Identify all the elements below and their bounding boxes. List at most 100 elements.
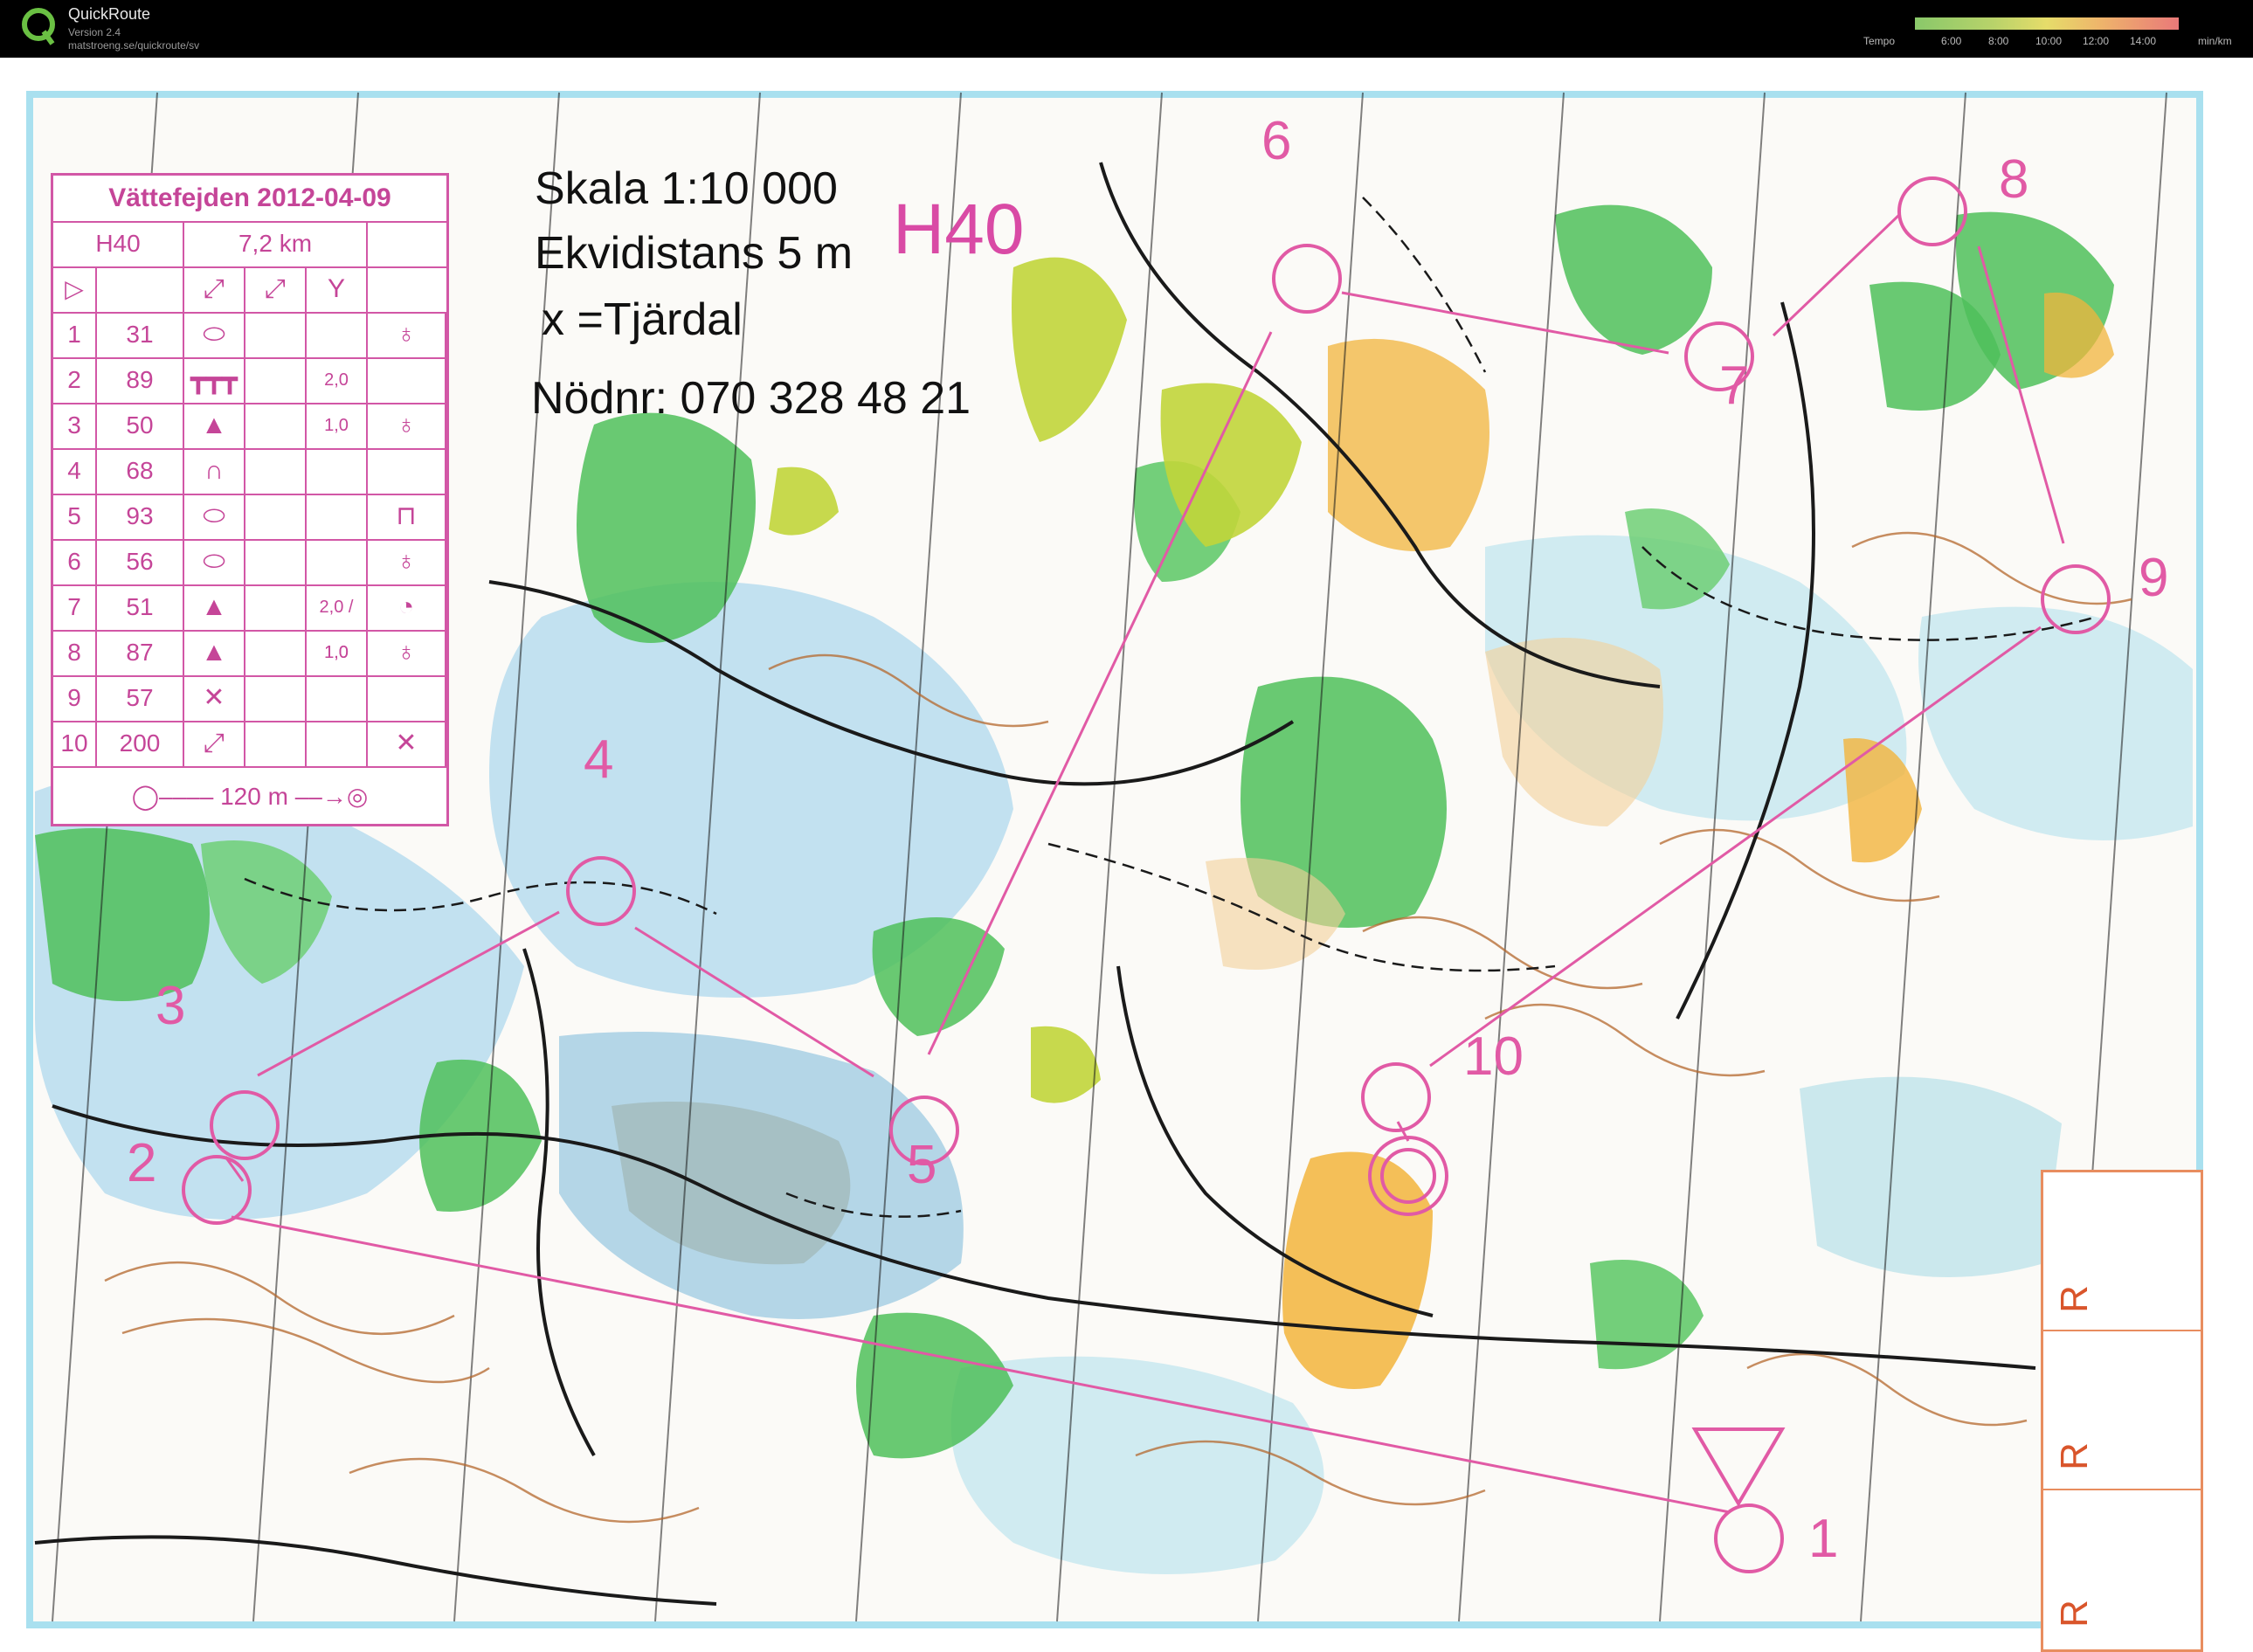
reserved-area-box: R R R xyxy=(2041,1170,2203,1652)
legend-code: 200 xyxy=(97,721,184,766)
legend-n: 4 xyxy=(53,448,97,494)
legend-control-row: 5 93 ⬭ ⊓ xyxy=(53,494,446,541)
legend-control-row: 9 57 ✕ xyxy=(53,675,446,722)
event-title: Vättefejden 2012-04-09 xyxy=(53,176,446,223)
app-version: Version 2.4 xyxy=(68,26,121,38)
legend-blank-cell xyxy=(245,448,307,494)
legend-sym: ∩ xyxy=(184,448,245,494)
legend-n: 8 xyxy=(53,630,97,675)
legend-code: 57 xyxy=(97,675,184,721)
legend-extra: ♁ xyxy=(368,539,446,584)
legend-code: 89 xyxy=(97,357,184,403)
contour-interval: Ekvidistans 5 m xyxy=(535,228,854,279)
legend-code: 93 xyxy=(97,494,184,539)
legend-size xyxy=(307,448,368,494)
legend-sym: ┳┳┳ xyxy=(184,357,245,403)
legend-blank-cell xyxy=(245,403,307,448)
legend-sym: ⬭ xyxy=(184,539,245,584)
legend-extra: ⊓ xyxy=(368,494,446,539)
legend-code: 50 xyxy=(97,403,184,448)
tempo-tick: 10:00 xyxy=(2035,35,2063,47)
orienteering-map[interactable]: Vättefejden 2012-04-09 H40 7,2 km ▷ ⤢ ⤢ … xyxy=(0,58,2253,1652)
reserved-label: R xyxy=(2052,1442,2096,1470)
tempo-tick: 8:00 xyxy=(1988,35,2009,47)
legend-sym: ⬭ xyxy=(184,494,245,539)
legend-n: 6 xyxy=(53,539,97,584)
legend-sym: ⤢ xyxy=(184,721,245,766)
legend-distance: 7,2 km xyxy=(184,221,368,266)
tempo-label: Tempo xyxy=(1863,35,1896,47)
legend-finish-row: ◯‒‒‒‒ 120 m ‒‒→◎ xyxy=(53,770,446,824)
control-number: 7 xyxy=(1719,356,1750,416)
legend-size xyxy=(307,721,368,766)
legend-extra: ◔ xyxy=(368,584,446,630)
symbol-note: x =Tjärdal xyxy=(542,294,743,345)
legend-sym: ▲ xyxy=(184,630,245,675)
path-crossing-icon: ⤢ xyxy=(245,266,307,312)
legend-size xyxy=(307,539,368,584)
legend-control-row: 3 50 ▲ 1,0 ♁ xyxy=(53,403,446,450)
tempo-unit: min/km xyxy=(2198,35,2232,47)
legend-control-row: 6 56 ⬭ ♁ xyxy=(53,539,446,586)
legend-blank-cell xyxy=(245,539,307,584)
path-bend-icon: Y xyxy=(307,266,368,312)
control-number: 10 xyxy=(1463,1026,1524,1087)
legend-extra: ♁ xyxy=(368,630,446,675)
control-description-sheet: Vättefejden 2012-04-09 H40 7,2 km ▷ ⤢ ⤢ … xyxy=(51,173,449,826)
reserved-label: R xyxy=(2052,1600,2096,1628)
map-scale: Skala 1:10 000 xyxy=(535,163,838,214)
legend-n: 1 xyxy=(53,312,97,357)
app-url: matstroeng.se/quickroute/sv xyxy=(68,39,200,52)
legend-extra xyxy=(368,448,446,494)
finish-arrow-icon: ‒‒→◎ xyxy=(294,783,369,810)
finish-circle-icon: ◯‒‒‒‒ xyxy=(131,783,214,810)
legend-sym: ▲ xyxy=(184,403,245,448)
legend-size: 2,0 xyxy=(307,357,368,403)
legend-code: 56 xyxy=(97,539,184,584)
tempo-tick: 12:00 xyxy=(2083,35,2110,47)
legend-blank-cell xyxy=(245,721,307,766)
legend-n: 10 xyxy=(53,721,97,766)
legend-n: 7 xyxy=(53,584,97,630)
class-label: H40 xyxy=(893,190,1025,269)
legend-extra: ♁ xyxy=(368,403,446,448)
app-title: QuickRoute xyxy=(68,5,151,23)
legend-size xyxy=(307,312,368,357)
legend-extra: ♁ xyxy=(368,312,446,357)
tempo-color-scale[interactable] xyxy=(1915,17,2179,30)
app-header-bar: QuickRoute Version 2.4 matstroeng.se/qui… xyxy=(0,0,2253,58)
legend-blank-cell xyxy=(245,494,307,539)
legend-control-row: 8 87 ▲ 1,0 ♁ xyxy=(53,630,446,677)
legend-size xyxy=(307,675,368,721)
control-number: 1 xyxy=(1808,1509,1839,1569)
legend-code: 31 xyxy=(97,312,184,357)
legend-control-row: 4 68 ∩ xyxy=(53,448,446,495)
tempo-tick: 6:00 xyxy=(1941,35,1962,47)
legend-start-row: ▷ ⤢ ⤢ Y xyxy=(53,266,446,314)
legend-size xyxy=(307,494,368,539)
legend-control-row: 1 31 ⬭ ♁ xyxy=(53,312,446,359)
tempo-tick: 14:00 xyxy=(2130,35,2157,47)
legend-control-row: 7 51 ▲ 2,0 / 1,0 ◔ xyxy=(53,584,446,662)
legend-sym: ⬭ xyxy=(184,312,245,357)
control-number: 2 xyxy=(127,1133,157,1193)
legend-size: 1,0 xyxy=(307,630,368,675)
legend-n: 3 xyxy=(53,403,97,448)
legend-blank-cell xyxy=(245,630,307,675)
start-symbol-icon: ▷ xyxy=(53,266,97,312)
legend-blank-cell xyxy=(245,675,307,721)
legend-sym: ✕ xyxy=(184,675,245,721)
quickroute-logo-icon xyxy=(22,8,55,45)
legend-extra xyxy=(368,675,446,721)
legend-class: H40 xyxy=(53,221,184,266)
control-number: 9 xyxy=(2139,548,2169,608)
control-number: 3 xyxy=(155,976,186,1036)
control-number: 5 xyxy=(907,1135,937,1195)
legend-code: 51 xyxy=(97,584,184,630)
water-area xyxy=(1800,1076,2062,1277)
legend-header-row: H40 7,2 km xyxy=(53,221,446,268)
legend-code: 68 xyxy=(97,448,184,494)
reserved-label: R xyxy=(2052,1285,2096,1313)
control-number: 6 xyxy=(1261,111,1292,171)
legend-blank-cell xyxy=(245,357,307,403)
